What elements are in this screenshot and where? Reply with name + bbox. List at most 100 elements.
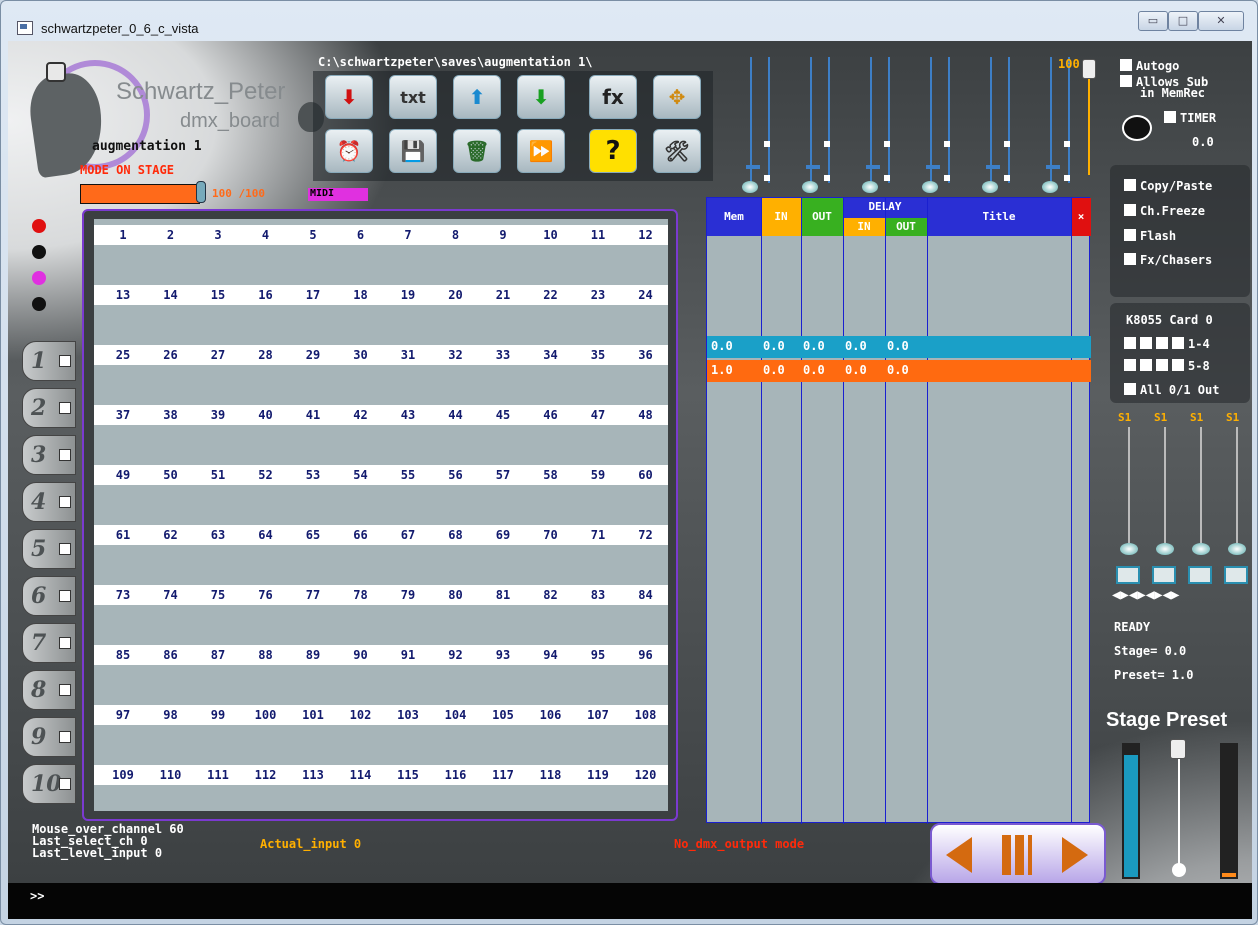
page-tab-checkbox[interactable] bbox=[59, 731, 71, 743]
channel-cell[interactable]: 17 bbox=[290, 285, 336, 305]
channel-cell[interactable]: 6 bbox=[338, 225, 384, 245]
channel-cell[interactable]: 34 bbox=[528, 345, 574, 365]
channel-cell[interactable]: 87 bbox=[195, 645, 241, 665]
channel-cell[interactable]: 16 bbox=[243, 285, 289, 305]
channel-cell[interactable]: 41 bbox=[290, 405, 336, 425]
fader[interactable] bbox=[968, 57, 1018, 193]
copy-paste-checkbox[interactable]: Copy/Paste bbox=[1124, 179, 1212, 193]
channel-cell[interactable]: 31 bbox=[385, 345, 431, 365]
page-tab-checkbox[interactable] bbox=[59, 684, 71, 696]
channel-cell[interactable]: 50 bbox=[148, 465, 194, 485]
channel-cell[interactable]: 56 bbox=[433, 465, 479, 485]
close-button[interactable]: ✕ bbox=[1198, 11, 1244, 31]
channel-cell[interactable]: 77 bbox=[290, 585, 336, 605]
channel-cell[interactable]: 27 bbox=[195, 345, 241, 365]
channel-cell[interactable]: 62 bbox=[148, 525, 194, 545]
channel-cell[interactable]: 66 bbox=[338, 525, 384, 545]
page-tab[interactable]: 10 bbox=[22, 764, 76, 804]
cue-row[interactable]: 0.0 0.0 0.0 0.0 0.0 bbox=[707, 336, 1091, 358]
next-icon[interactable] bbox=[1062, 837, 1088, 873]
channel-cell[interactable]: 29 bbox=[290, 345, 336, 365]
previous-icon[interactable] bbox=[946, 837, 972, 873]
mini-fader[interactable]: S1 bbox=[1184, 411, 1216, 601]
channel-cell[interactable]: 42 bbox=[338, 405, 384, 425]
page-tab[interactable]: 1 bbox=[22, 341, 76, 381]
channel-cell[interactable]: 38 bbox=[148, 405, 194, 425]
channel-cell[interactable]: 103 bbox=[385, 705, 431, 725]
page-tab[interactable]: 3 bbox=[22, 435, 76, 475]
flash-checkbox[interactable]: Flash bbox=[1124, 229, 1176, 243]
page-tab[interactable]: 6 bbox=[22, 576, 76, 616]
channel-cell[interactable]: 82 bbox=[528, 585, 574, 605]
channel-cell[interactable]: 97 bbox=[100, 705, 146, 725]
page-tab-checkbox[interactable] bbox=[59, 590, 71, 602]
channel-cell[interactable]: 36 bbox=[623, 345, 669, 365]
channel-cell[interactable]: 101 bbox=[290, 705, 336, 725]
channel-cell[interactable]: 61 bbox=[100, 525, 146, 545]
channel-cell[interactable]: 9 bbox=[480, 225, 526, 245]
channel-cell[interactable]: 72 bbox=[623, 525, 669, 545]
channel-cell[interactable]: 45 bbox=[480, 405, 526, 425]
channel-cell[interactable]: 4 bbox=[243, 225, 289, 245]
channel-cell[interactable]: 47 bbox=[575, 405, 621, 425]
channel-cell[interactable]: 24 bbox=[623, 285, 669, 305]
channel-cell[interactable]: 2 bbox=[148, 225, 194, 245]
channel-cell[interactable]: 74 bbox=[148, 585, 194, 605]
save-icon[interactable]: 💾 bbox=[389, 129, 437, 173]
mini-fader-button[interactable] bbox=[1188, 566, 1212, 584]
mini-fader-button[interactable] bbox=[1152, 566, 1176, 584]
fader[interactable] bbox=[908, 57, 958, 193]
channel-cell[interactable]: 32 bbox=[433, 345, 479, 365]
channel-cell[interactable]: 43 bbox=[385, 405, 431, 425]
fader[interactable] bbox=[788, 57, 838, 193]
channel-cell[interactable]: 109 bbox=[100, 765, 146, 785]
channel-cell[interactable]: 10 bbox=[528, 225, 574, 245]
up-icon[interactable]: ⬆ bbox=[453, 75, 501, 119]
channel-cell[interactable]: 93 bbox=[480, 645, 526, 665]
green-down-icon[interactable]: ⬇ bbox=[517, 75, 565, 119]
channel-cell[interactable]: 57 bbox=[480, 465, 526, 485]
command-line[interactable]: >> bbox=[8, 883, 1252, 919]
cue-row[interactable]: 1.0 0.0 0.0 0.0 0.0 bbox=[707, 360, 1091, 382]
channel-cell[interactable]: 37 bbox=[100, 405, 146, 425]
channel-cell[interactable]: 104 bbox=[433, 705, 479, 725]
cue-close-button[interactable]: × bbox=[1071, 198, 1091, 236]
channel-cell[interactable]: 21 bbox=[480, 285, 526, 305]
fader[interactable] bbox=[728, 57, 778, 193]
record-down-icon[interactable]: ⬇ bbox=[325, 75, 373, 119]
timer-checkbox[interactable]: TIMER bbox=[1164, 111, 1216, 125]
channel-cell[interactable]: 88 bbox=[243, 645, 289, 665]
channel-cell[interactable]: 80 bbox=[433, 585, 479, 605]
channel-cell[interactable]: 107 bbox=[575, 705, 621, 725]
channel-cell[interactable]: 63 bbox=[195, 525, 241, 545]
channel-cell[interactable]: 114 bbox=[338, 765, 384, 785]
mini-fader[interactable]: S1 bbox=[1220, 411, 1252, 601]
alarm-clock-icon[interactable]: ⏰ bbox=[325, 129, 373, 173]
settings-icon[interactable] bbox=[46, 62, 66, 82]
grand-master-bar[interactable] bbox=[80, 184, 200, 204]
channel-cell[interactable]: 52 bbox=[243, 465, 289, 485]
channel-cell[interactable]: 106 bbox=[528, 705, 574, 725]
channel-cell[interactable]: 23 bbox=[575, 285, 621, 305]
channel-cell[interactable]: 65 bbox=[290, 525, 336, 545]
channel-cell[interactable]: 46 bbox=[528, 405, 574, 425]
page-tab[interactable]: 5 bbox=[22, 529, 76, 569]
channel-cell[interactable]: 117 bbox=[480, 765, 526, 785]
channel-cell[interactable]: 53 bbox=[290, 465, 336, 485]
channel-cell[interactable]: 99 bbox=[195, 705, 241, 725]
page-tab-checkbox[interactable] bbox=[59, 496, 71, 508]
channel-cell[interactable]: 73 bbox=[100, 585, 146, 605]
channel-cell[interactable]: 79 bbox=[385, 585, 431, 605]
k8055-row-5-8[interactable]: 5-8 bbox=[1124, 359, 1210, 373]
channel-cell[interactable]: 19 bbox=[385, 285, 431, 305]
channel-cell[interactable]: 105 bbox=[480, 705, 526, 725]
allows-sub-checkbox[interactable]: Allows Sub in MemRec bbox=[1120, 75, 1208, 99]
channel-cell[interactable]: 76 bbox=[243, 585, 289, 605]
fader[interactable] bbox=[1028, 57, 1078, 193]
channel-cell[interactable]: 113 bbox=[290, 765, 336, 785]
channel-cell[interactable]: 116 bbox=[433, 765, 479, 785]
page-tab-checkbox[interactable] bbox=[59, 355, 71, 367]
page-tab[interactable]: 8 bbox=[22, 670, 76, 710]
crossfader-track[interactable] bbox=[1178, 749, 1180, 867]
page-tab-checkbox[interactable] bbox=[59, 402, 71, 414]
